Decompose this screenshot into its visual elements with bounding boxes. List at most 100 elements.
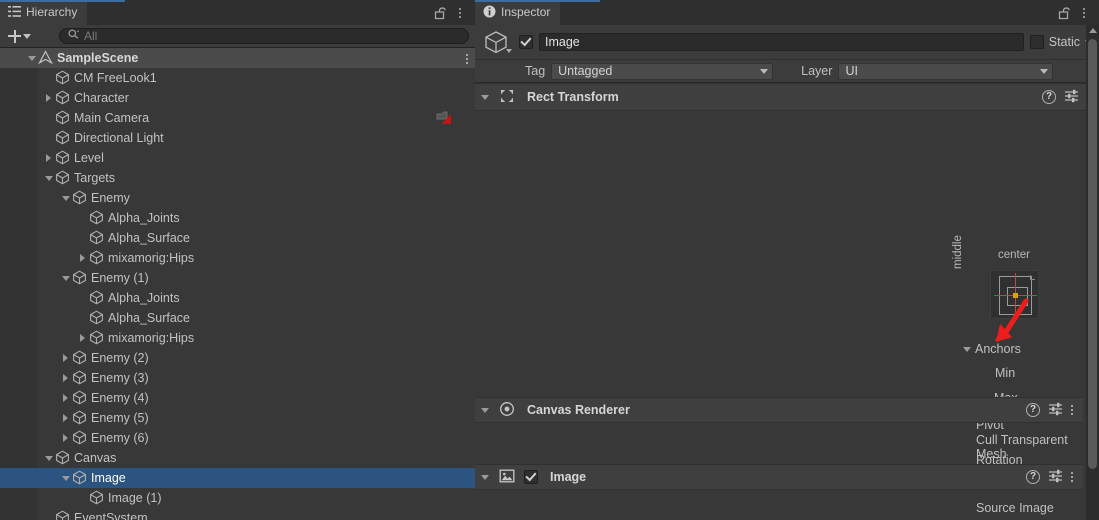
hierarchy-row-character[interactable]: Character <box>0 88 475 108</box>
preset-settings-icon[interactable] <box>1048 468 1063 486</box>
chevron-down-icon[interactable] <box>481 94 489 100</box>
chevron-down-icon[interactable] <box>506 49 512 53</box>
hierarchy-row-image[interactable]: Image <box>0 468 475 488</box>
component-header-canvas-renderer[interactable]: Canvas Renderer ? <box>475 397 1083 423</box>
component-header-image[interactable]: Image ? <box>475 464 1083 490</box>
chevron-right-icon[interactable] <box>42 88 55 108</box>
kebab-menu-icon[interactable] <box>1071 405 1073 415</box>
hierarchy-row-label: Alpha_Joints <box>108 291 180 305</box>
plus-icon <box>8 29 21 43</box>
chevron-down-icon[interactable] <box>481 407 489 413</box>
tab-inspector[interactable]: Inspector <box>475 0 561 25</box>
search-input[interactable]: All <box>59 28 469 44</box>
kebab-menu-icon[interactable] <box>451 3 469 23</box>
gameobject-icon <box>72 390 88 406</box>
chevron-down-icon[interactable] <box>42 168 55 188</box>
chevron-right-icon[interactable] <box>59 408 72 428</box>
hierarchy-row-image-1[interactable]: Image (1) <box>0 488 475 508</box>
gameobject-icon <box>55 450 71 466</box>
hierarchy-row-eventsystem[interactable]: EventSystem <box>0 508 475 520</box>
anchor-min-label: Min <box>995 366 1016 380</box>
kebab-menu-icon[interactable] <box>1075 3 1093 23</box>
chevron-down-icon[interactable] <box>42 448 55 468</box>
twisty-placeholder <box>42 508 55 520</box>
anchor-preset-button[interactable] <box>990 270 1039 319</box>
anchors-foldout[interactable]: Anchors <box>963 342 1021 356</box>
hierarchy-icon <box>8 5 21 21</box>
image-component-enabled-checkbox[interactable] <box>524 470 538 484</box>
hierarchy-row-label: mixamorig:Hips <box>108 251 195 265</box>
image-component-icon <box>499 468 515 487</box>
hierarchy-row-label: Alpha_Surface <box>108 311 191 325</box>
add-gameobject-button[interactable] <box>6 29 33 43</box>
hierarchy-row-level[interactable]: Level <box>0 148 475 168</box>
gameobject-enabled-checkbox[interactable] <box>519 35 533 49</box>
help-icon[interactable]: ? <box>1026 403 1040 417</box>
chevron-right-icon[interactable] <box>76 328 89 348</box>
hierarchy-tree[interactable]: SampleScene CM FreeLook1 Character Main Cam… <box>0 48 475 520</box>
kebab-menu-icon[interactable] <box>466 54 468 64</box>
help-icon[interactable]: ? <box>1026 470 1040 484</box>
chevron-down-icon[interactable] <box>59 468 72 488</box>
tab-hierarchy[interactable]: Hierarchy <box>0 0 88 25</box>
chevron-right-icon[interactable] <box>59 388 72 408</box>
hierarchy-row-label: Enemy (5) <box>91 411 149 425</box>
scroll-up-arrow-icon[interactable] <box>1088 28 1097 33</box>
layer-dropdown[interactable]: UI <box>838 62 1054 80</box>
component-title-image: Image <box>550 470 587 484</box>
component-header-rect-transform[interactable]: Rect Transform ? <box>475 83 1099 111</box>
hierarchy-row-label: EventSystem <box>74 511 148 520</box>
chevron-down-icon[interactable] <box>59 268 72 288</box>
hierarchy-row-label: Enemy (3) <box>91 371 149 385</box>
hierarchy-row-label: Enemy (6) <box>91 431 149 445</box>
tag-value: Untagged <box>558 64 613 78</box>
hierarchy-row-cm-freelook1[interactable]: CM FreeLook1 <box>0 68 475 88</box>
chevron-right-icon[interactable] <box>59 348 72 368</box>
static-label: Static <box>1048 35 1080 49</box>
preset-settings-icon[interactable] <box>1048 401 1063 419</box>
lock-open-icon[interactable] <box>431 3 449 23</box>
preset-settings-icon[interactable] <box>1064 88 1079 106</box>
chevron-down-icon[interactable] <box>481 474 489 480</box>
scrollbar-thumb[interactable] <box>1088 39 1097 469</box>
hierarchy-row-mixamorig-hips[interactable]: mixamorig:Hips <box>0 328 475 348</box>
hierarchy-row-enemy[interactable]: Enemy <box>0 188 475 208</box>
hierarchy-row-mixamorig-hips[interactable]: mixamorig:Hips <box>0 248 475 268</box>
hierarchy-row-enemy-6[interactable]: Enemy (6) <box>0 428 475 448</box>
kebab-menu-icon[interactable] <box>1071 472 1073 482</box>
hierarchy-row-enemy-4[interactable]: Enemy (4) <box>0 388 475 408</box>
search-placeholder: All <box>84 29 98 43</box>
inspector-scrollbar[interactable] <box>1086 25 1099 520</box>
twisty-placeholder <box>42 128 55 148</box>
gameobject-name-field[interactable]: Image <box>539 33 1024 51</box>
chevron-down-icon[interactable] <box>25 48 38 68</box>
twisty-placeholder <box>42 108 55 128</box>
static-checkbox[interactable] <box>1029 35 1044 49</box>
hierarchy-row-enemy-1[interactable]: Enemy (1) <box>0 268 475 288</box>
chevron-right-icon[interactable] <box>42 148 55 168</box>
hierarchy-row-main-camera[interactable]: Main Camera <box>0 108 475 128</box>
hierarchy-row-samplescene[interactable]: SampleScene <box>0 48 475 68</box>
hierarchy-row-enemy-5[interactable]: Enemy (5) <box>0 408 475 428</box>
lock-open-icon[interactable] <box>1055 3 1073 23</box>
hierarchy-row-alpha-surface[interactable]: Alpha_Surface <box>0 308 475 328</box>
hierarchy-row-alpha-joints[interactable]: Alpha_Joints <box>0 288 475 308</box>
gameobject-icon <box>72 430 88 446</box>
chevron-right-icon[interactable] <box>59 428 72 448</box>
hierarchy-row-alpha-surface[interactable]: Alpha_Surface <box>0 228 475 248</box>
gameobject-icon[interactable] <box>483 28 513 56</box>
chevron-right-icon[interactable] <box>59 368 72 388</box>
help-icon[interactable]: ? <box>1042 90 1056 104</box>
hierarchy-row-directional-light[interactable]: Directional Light <box>0 128 475 148</box>
hierarchy-row-canvas[interactable]: Canvas <box>0 448 475 468</box>
tag-dropdown[interactable]: Untagged <box>551 62 774 80</box>
chevron-down-icon[interactable] <box>59 188 72 208</box>
chevron-right-icon[interactable] <box>76 248 89 268</box>
hierarchy-row-enemy-3[interactable]: Enemy (3) <box>0 368 475 388</box>
hierarchy-row-targets[interactable]: Targets <box>0 168 475 188</box>
component-actions: ? <box>1026 468 1077 486</box>
hierarchy-row-alpha-joints[interactable]: Alpha_Joints <box>0 208 475 228</box>
hierarchy-row-enemy-2[interactable]: Enemy (2) <box>0 348 475 368</box>
chevron-down-icon <box>1040 68 1049 74</box>
gameobject-icon <box>89 490 105 506</box>
